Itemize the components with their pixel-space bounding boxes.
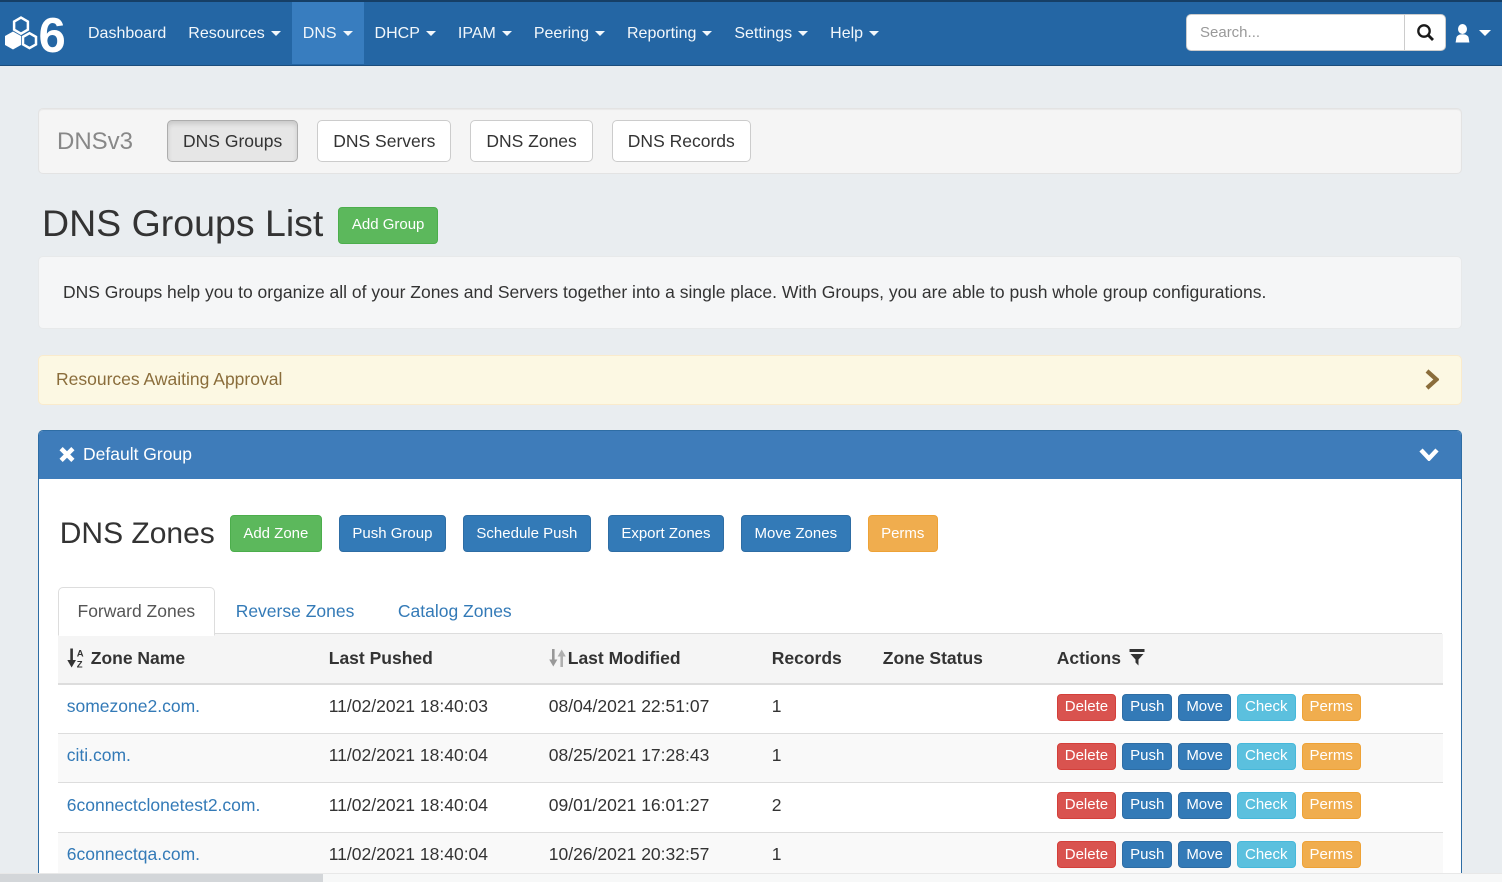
svg-text:A: A [77, 648, 84, 659]
svg-text:Z: Z [77, 659, 83, 668]
svg-text:6: 6 [39, 15, 66, 55]
